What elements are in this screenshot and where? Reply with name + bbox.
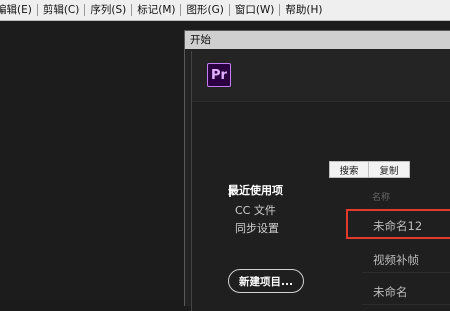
menu-edit[interactable]: 编辑(E) [0,0,36,20]
nav-item-sync-settings[interactable]: 同步设置 [235,222,279,236]
menu-help[interactable]: 帮助(H) [281,0,326,20]
search-button[interactable]: 搜索 [329,161,369,178]
menu-window[interactable]: 窗口(W) [231,0,279,20]
dialog-titlebar[interactable]: 开始 [185,31,450,49]
file-name: 未命名 [373,285,408,299]
highlight-box [346,209,450,239]
dialog-header: Pr [192,51,450,102]
menu-sequence[interactable]: 序列(S) [86,0,130,20]
menu-separator [228,4,230,16]
menu-separator [180,4,182,16]
dialog-title: 开始 [190,34,211,46]
menu-separator [84,4,86,16]
recent-file-row[interactable]: 视频补帧 [362,246,450,273]
menu-separator [36,4,38,16]
new-project-button[interactable]: 新建项目... [228,269,304,293]
menu-separator [131,4,133,16]
nav-item-cc-files[interactable]: CC 文件 [235,204,276,218]
menu-clip[interactable]: 剪辑(C) [39,0,84,20]
menu-bar: 编辑(E) 剪辑(C) 序列(S) 标记(M) 图形(G) 窗口(W) 帮助(H… [0,0,450,21]
menu-markers[interactable]: 标记(M) [133,0,179,20]
column-header-name[interactable]: 名称 [372,190,390,203]
file-name: 视频补帧 [373,253,419,267]
copy-button[interactable]: 复制 [368,161,410,178]
logo-text: Pr [211,67,227,83]
recent-file-row[interactable]: 未命名 [362,278,450,305]
menu-graphics[interactable]: 图形(G) [182,0,227,20]
nav-item-recent[interactable]: 最近使用项 [228,184,283,198]
menu-separator [279,4,281,16]
premiere-logo-icon: Pr [207,63,231,87]
